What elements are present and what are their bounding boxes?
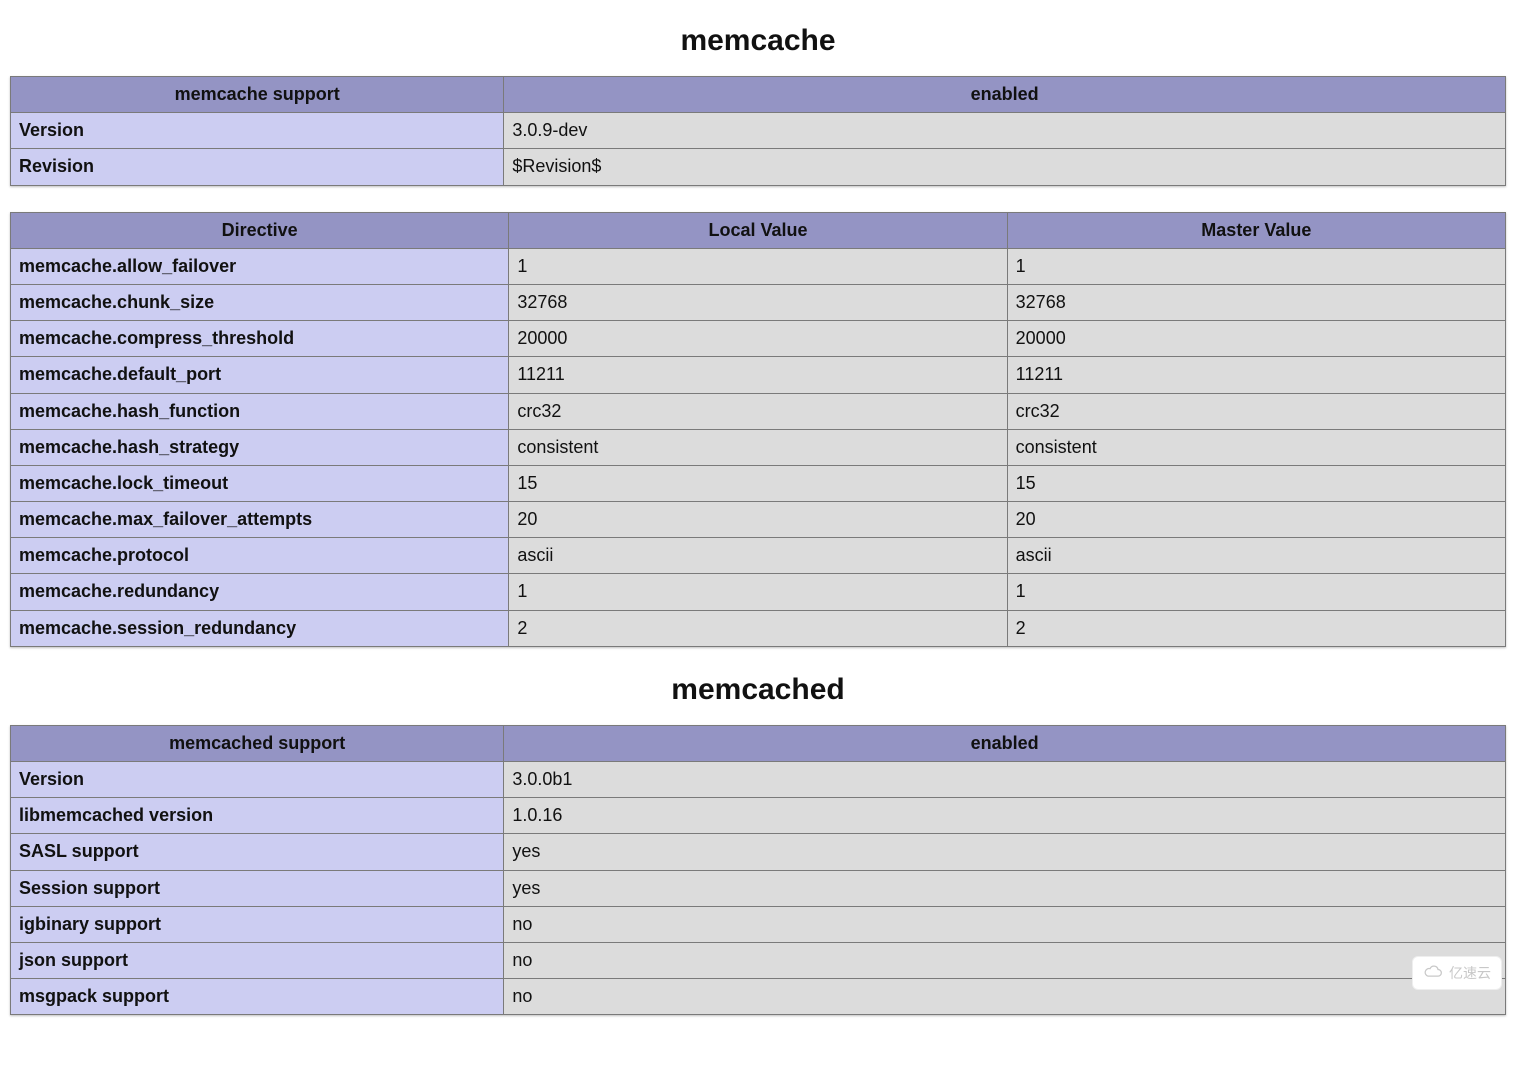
property-value: yes — [504, 834, 1506, 870]
directive-master-value: 20 — [1007, 502, 1505, 538]
property-name: Version — [11, 113, 504, 149]
directive-name: memcache.redundancy — [11, 574, 509, 610]
table-row: memcache.max_failover_attempts 20 20 — [11, 502, 1506, 538]
directive-master-value: ascii — [1007, 538, 1505, 574]
directive-name: memcache.protocol — [11, 538, 509, 574]
table-row: memcache.protocol ascii ascii — [11, 538, 1506, 574]
table-row: igbinary support no — [11, 906, 1506, 942]
directive-name: memcache.max_failover_attempts — [11, 502, 509, 538]
memcached-enabled-header: enabled — [504, 725, 1506, 761]
table-row: memcache.redundancy 1 1 — [11, 574, 1506, 610]
table-row: Revision $Revision$ — [11, 149, 1506, 185]
table-row: msgpack support no — [11, 979, 1506, 1015]
directive-local-value: 15 — [509, 465, 1007, 501]
directive-name: memcache.lock_timeout — [11, 465, 509, 501]
directive-name: memcache.allow_failover — [11, 248, 509, 284]
table-row: memcache.hash_function crc32 crc32 — [11, 393, 1506, 429]
directive-name: memcache.hash_function — [11, 393, 509, 429]
directive-master-value: 2 — [1007, 610, 1505, 646]
directive-local-value: consistent — [509, 429, 1007, 465]
directive-local-value: crc32 — [509, 393, 1007, 429]
property-name: Version — [11, 762, 504, 798]
directive-name: memcache.session_redundancy — [11, 610, 509, 646]
property-name: SASL support — [11, 834, 504, 870]
table-row: memcache.default_port 11211 11211 — [11, 357, 1506, 393]
directive-master-value: 1 — [1007, 574, 1505, 610]
cloud-icon — [1423, 965, 1443, 982]
property-value: 3.0.0b1 — [504, 762, 1506, 798]
table-row: memcache.compress_threshold 20000 20000 — [11, 321, 1506, 357]
directive-master-value: 1 — [1007, 248, 1505, 284]
table-row: json support no — [11, 942, 1506, 978]
memcache-enabled-header: enabled — [504, 77, 1506, 113]
property-name: msgpack support — [11, 979, 504, 1015]
table-header-row: memcache support enabled — [11, 77, 1506, 113]
directive-master-value: consistent — [1007, 429, 1505, 465]
directive-header: Directive — [11, 212, 509, 248]
table-row: Version 3.0.0b1 — [11, 762, 1506, 798]
directive-local-value: ascii — [509, 538, 1007, 574]
property-name: Session support — [11, 870, 504, 906]
section-title-memcached: memcached — [10, 673, 1506, 707]
table-row: memcache.chunk_size 32768 32768 — [11, 284, 1506, 320]
directive-local-value: 1 — [509, 248, 1007, 284]
property-name: libmemcached version — [11, 798, 504, 834]
directive-name: memcache.chunk_size — [11, 284, 509, 320]
table-row: Session support yes — [11, 870, 1506, 906]
directive-master-value: crc32 — [1007, 393, 1505, 429]
table-header-row: Directive Local Value Master Value — [11, 212, 1506, 248]
memcached-support-header: memcached support — [11, 725, 504, 761]
directive-local-value: 2 — [509, 610, 1007, 646]
master-value-header: Master Value — [1007, 212, 1505, 248]
memcached-support-table: memcached support enabled Version 3.0.0b… — [10, 725, 1506, 1016]
section-title-memcache: memcache — [10, 24, 1506, 58]
property-value: yes — [504, 870, 1506, 906]
memcache-directives-table: Directive Local Value Master Value memca… — [10, 212, 1506, 647]
directive-name: memcache.hash_strategy — [11, 429, 509, 465]
property-value: no — [504, 906, 1506, 942]
directive-master-value: 11211 — [1007, 357, 1505, 393]
property-name: igbinary support — [11, 906, 504, 942]
property-value: 1.0.16 — [504, 798, 1506, 834]
table-row: memcache.hash_strategy consistent consis… — [11, 429, 1506, 465]
table-header-row: memcached support enabled — [11, 725, 1506, 761]
directive-local-value: 20 — [509, 502, 1007, 538]
property-name: json support — [11, 942, 504, 978]
local-value-header: Local Value — [509, 212, 1007, 248]
directive-name: memcache.default_port — [11, 357, 509, 393]
table-row: libmemcached version 1.0.16 — [11, 798, 1506, 834]
property-name: Revision — [11, 149, 504, 185]
memcache-support-header: memcache support — [11, 77, 504, 113]
property-value: $Revision$ — [504, 149, 1506, 185]
directive-master-value: 20000 — [1007, 321, 1505, 357]
table-row: memcache.allow_failover 1 1 — [11, 248, 1506, 284]
property-value: 3.0.9-dev — [504, 113, 1506, 149]
directive-master-value: 15 — [1007, 465, 1505, 501]
directive-local-value: 20000 — [509, 321, 1007, 357]
directive-master-value: 32768 — [1007, 284, 1505, 320]
watermark-badge: 亿速云 — [1412, 956, 1502, 990]
property-value: no — [504, 942, 1506, 978]
table-row: memcache.lock_timeout 15 15 — [11, 465, 1506, 501]
directive-local-value: 1 — [509, 574, 1007, 610]
directive-local-value: 11211 — [509, 357, 1007, 393]
table-row: SASL support yes — [11, 834, 1506, 870]
property-value: no — [504, 979, 1506, 1015]
memcache-support-table: memcache support enabled Version 3.0.9-d… — [10, 76, 1506, 186]
table-row: Version 3.0.9-dev — [11, 113, 1506, 149]
table-row: memcache.session_redundancy 2 2 — [11, 610, 1506, 646]
directive-local-value: 32768 — [509, 284, 1007, 320]
directive-name: memcache.compress_threshold — [11, 321, 509, 357]
watermark-text: 亿速云 — [1449, 963, 1491, 983]
